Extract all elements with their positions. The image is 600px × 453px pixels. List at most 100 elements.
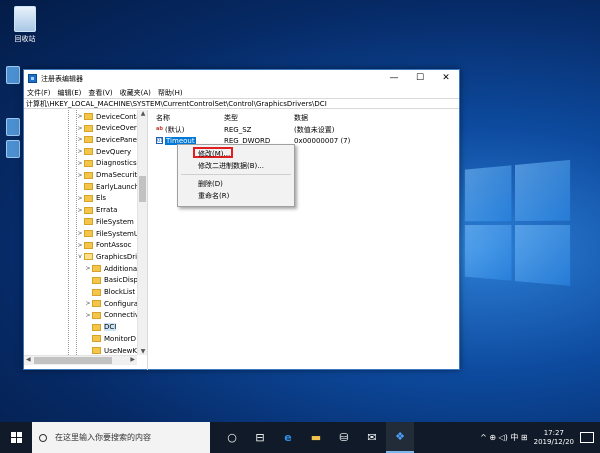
expand-arrow-icon[interactable]: > [76,160,84,167]
minimize-button[interactable]: — [381,70,407,87]
address-bar[interactable]: 计算机\HKEY_LOCAL_MACHINE\SYSTEM\CurrentCon… [24,98,459,109]
tree-item[interactable]: > DeviceOverri [76,123,141,134]
tree-horizontal-scrollbar[interactable]: ◀ ▶ [24,355,137,365]
store-icon[interactable]: ⛁ [330,422,358,453]
expand-arrow-icon[interactable]: > [84,265,92,272]
regedit-window: 注册表编辑器 — ☐ ✕ 文件(F) 编辑(E) 查看(V) 收藏夹(A) 帮助… [23,69,460,370]
tree-item[interactable]: EarlyLaunch [76,181,139,192]
tree-item-label: Els [96,194,107,203]
value-name: (默认) [165,125,185,134]
tree-item[interactable]: MonitorD [84,333,136,344]
menu-file[interactable]: 文件(F) [27,88,51,98]
folder-icon [84,113,93,120]
tree-item-label: DCI [104,323,117,332]
tree-item[interactable]: > Errata [76,205,117,216]
tree-item[interactable]: DCI [84,322,117,333]
key-tree: > DeviceContai > DeviceOverri > DevicePanels >… [24,110,148,370]
expand-arrow-icon[interactable]: > [76,125,84,132]
tree-item[interactable]: > DmaSecurity [76,170,141,181]
expand-arrow-icon[interactable]: > [76,242,84,249]
expand-arrow-icon[interactable]: > [76,113,84,120]
tree-item-label: Diagnostics [96,159,137,168]
title-bar[interactable]: 注册表编辑器 — ☐ ✕ [24,70,459,87]
tree-item[interactable]: > FontAssoc [76,240,131,251]
tree-item[interactable]: FileSystem [76,216,134,227]
folder-icon [84,218,93,226]
regedit-taskbar-icon[interactable]: ❖ [386,422,414,453]
tree-item-label: DevQuery [96,147,132,156]
tree-item[interactable]: > Additional [84,263,139,274]
search-icon [39,433,47,442]
expand-arrow-icon[interactable]: > [76,195,84,202]
tree-item[interactable]: > Diagnostics [76,158,137,169]
expand-arrow-icon[interactable]: > [76,207,84,214]
tree-item[interactable]: > Connectivi [84,310,141,321]
tree-item[interactable]: BlockList [84,287,135,298]
file-explorer-icon[interactable]: ▬ [302,422,330,453]
scroll-up-icon[interactable]: ▲ [138,110,148,117]
string-value-icon: ab [156,126,163,132]
menu-item-modify-binary[interactable]: 修改二进制数据(B)... [198,161,264,171]
expand-arrow-icon[interactable]: > [84,300,92,307]
expand-arrow-icon[interactable]: > [84,312,92,319]
regedit-app-icon [28,74,37,83]
taskbar-search-box[interactable]: 在这里输入你要搜索的内容 [32,422,210,453]
menu-item-rename[interactable]: 重命名(R) [198,191,229,201]
expand-arrow-icon[interactable]: > [76,230,84,237]
window-title: 注册表编辑器 [41,74,83,83]
scroll-thumb[interactable] [139,176,146,202]
tree-item[interactable]: BasicDispl [84,275,140,286]
recycle-bin-desktop-icon[interactable]: 回收站 [5,6,45,44]
collapse-arrow-icon[interactable]: v [76,253,84,260]
scroll-left-icon[interactable]: ◀ [26,356,31,363]
edge-icon[interactable]: e [274,422,302,453]
folder-icon [84,136,93,144]
menu-view[interactable]: 查看(V) [88,88,112,98]
value-row[interactable]: ab (默认) REG_SZ (数值未设置) [156,124,404,135]
menu-separator [181,174,291,175]
tree-item[interactable]: > Els [76,193,106,204]
tree-item[interactable]: > FileSystemUti [76,228,143,239]
clock[interactable]: 17:27 2019/12/20 [534,429,574,447]
tree-vertical-scrollbar[interactable]: ▲ ▼ [137,110,147,355]
tree-item-label: DeviceOverri [96,124,142,133]
scroll-down-icon[interactable]: ▼ [138,348,148,355]
scroll-right-icon[interactable]: ▶ [130,356,135,363]
menu-item-delete[interactable]: 删除(D) [198,179,223,189]
menu-edit[interactable]: 编辑(E) [58,88,82,98]
desktop-shortcut-icon[interactable] [6,66,20,84]
expand-arrow-icon[interactable]: > [76,148,84,155]
desktop-shortcut-icon[interactable] [6,118,20,136]
expand-arrow-icon[interactable]: > [76,172,84,179]
cortana-icon[interactable]: ○ [218,422,246,453]
windows-logo-icon [10,432,22,443]
expand-arrow-icon[interactable]: > [76,136,84,143]
mail-icon[interactable]: ✉ [358,422,386,453]
tree-item[interactable]: > Configurat [84,298,140,309]
menu-item-modify[interactable]: 修改(M)... [198,149,230,159]
column-header-name[interactable]: 名称 [156,113,224,123]
column-header-type[interactable]: 类型 [224,113,294,123]
desktop-shortcut-icon[interactable] [6,140,20,158]
folder-icon [92,323,101,331]
taskbar: 在这里输入你要搜索的内容 ○ ⊟ e ▬ ⛁ ✉ ❖ ^ ⊕ ◁) 中 ⊞ 17… [0,422,600,453]
tree-item[interactable]: > DeviceContai [76,111,142,122]
tree-item[interactable]: v GraphicsDriv [76,251,141,262]
close-button[interactable]: ✕ [433,70,459,87]
start-button[interactable] [0,422,32,453]
menu-favorites[interactable]: 收藏夹(A) [120,88,151,98]
folder-icon [84,241,93,249]
column-headers: 名称 类型 数据 [156,112,404,123]
scroll-thumb[interactable] [34,357,112,364]
tree-item[interactable]: > DevicePanels [76,134,142,145]
notification-icon[interactable] [580,432,594,443]
menu-help[interactable]: 帮助(H) [158,88,183,98]
tree-item-label: BasicDispl [104,276,140,285]
system-tray-icons[interactable]: ^ ⊕ ◁) 中 ⊞ [480,432,528,443]
tree-item[interactable]: > DevQuery [76,146,131,157]
folder-icon [84,253,93,261]
maximize-button[interactable]: ☐ [407,70,433,87]
task-view-icon[interactable]: ⊟ [246,422,274,453]
column-header-data[interactable]: 数据 [294,113,404,123]
tree-item-label: DmaSecurity [96,171,142,179]
